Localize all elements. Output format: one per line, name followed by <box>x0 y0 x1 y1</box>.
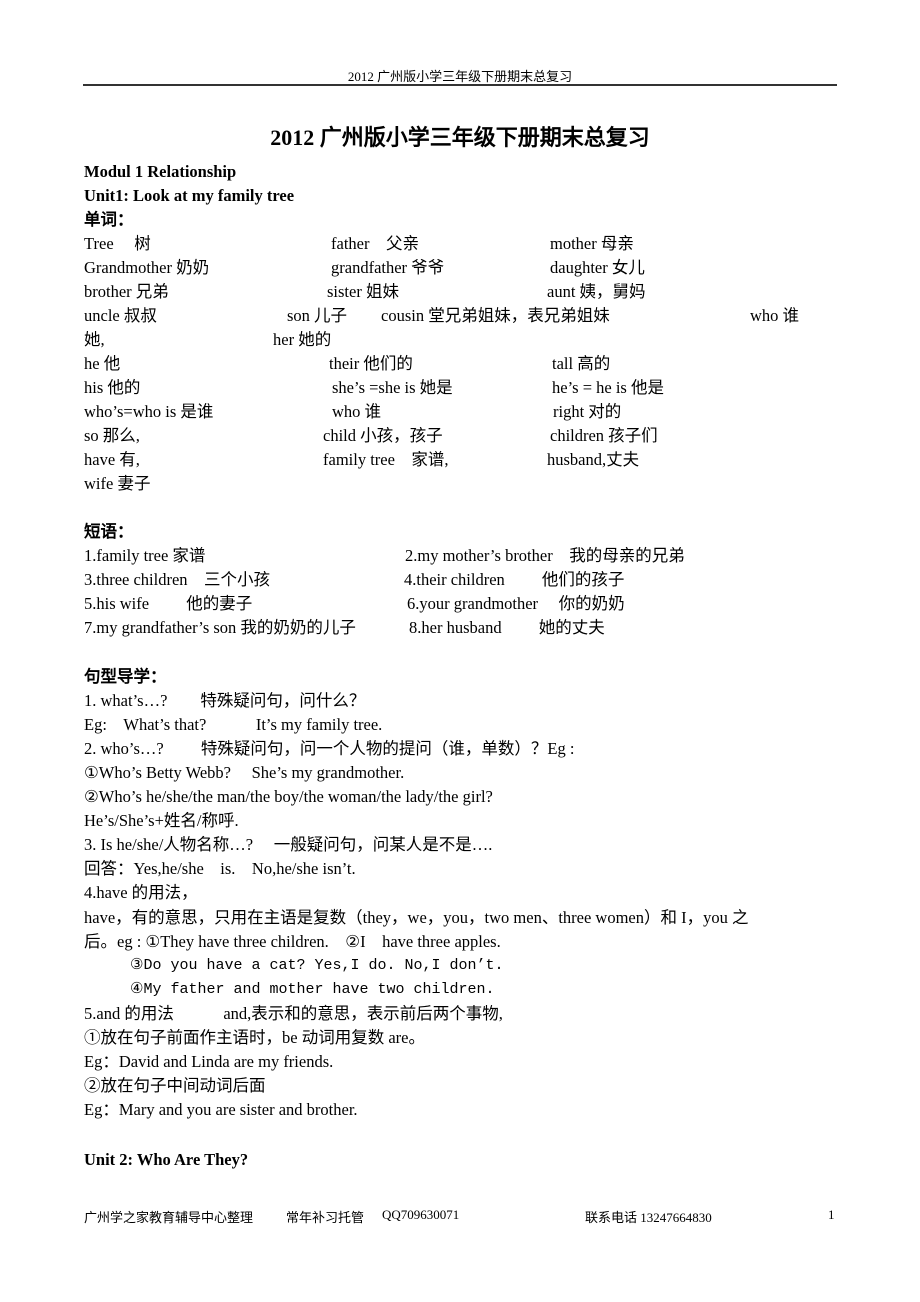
vocab-item: wife 妻子 <box>84 474 151 493</box>
vocab-item: his 他的 <box>84 378 141 397</box>
document-title: 2012 广州版小学三年级下册期末总复习 <box>270 125 650 150</box>
vocab-item: he’s = he is 他是 <box>552 378 664 397</box>
sentences-heading: 句型导学： <box>84 667 167 686</box>
vocab-item: she’s =she is 她是 <box>332 378 453 397</box>
vocab-item: tall 高的 <box>552 354 611 373</box>
vocab-item: cousin 堂兄弟姐妹，表兄弟姐妹 <box>381 306 610 325</box>
phrase-item: 1.family tree 家谱 <box>84 546 206 565</box>
vocab-item: brother 兄弟 <box>84 282 169 301</box>
sentence-line: ④My father and mother have two children. <box>130 981 495 998</box>
sentence-line: ①放在句子前面作主语时，be 动词用复数 are。 <box>84 1028 425 1047</box>
vocab-item: grandfather 爷爷 <box>331 258 445 277</box>
sentence-line: ①Who’s Betty Webb? She’s my grandmother. <box>84 763 405 782</box>
vocab-item: Tree 树 <box>84 234 151 253</box>
module-heading: Modul 1 Relationship <box>84 162 237 181</box>
phrases-heading: 短语： <box>84 522 134 541</box>
vocab-item: son 儿子 <box>287 306 348 325</box>
sentence-line: Eg: What’s that? It’s my family tree. <box>84 715 383 734</box>
vocab-item: her 她的 <box>273 330 332 349</box>
vocab-item: Grandmother 奶奶 <box>84 258 210 277</box>
header-rule <box>83 84 837 86</box>
vocab-item: so 那么, <box>84 426 140 445</box>
sentence-line: ③Do you have a cat? Yes,I do. No,I don’t… <box>130 957 504 974</box>
sentence-line: 2. who’s…? 特殊疑问句，问一个人物的提问（谁，单数）？Eg : <box>84 739 575 758</box>
phrase-item: 8.her husband 她的丈夫 <box>409 618 605 637</box>
sentence-line: ②放在句子中间动词后面 <box>84 1076 266 1095</box>
vocab-item: who 谁 <box>332 402 382 421</box>
sentence-line: 1. what’s…? 特殊疑问句，问什么？ <box>84 691 366 710</box>
sentence-line: 4.have 的用法， <box>84 883 198 902</box>
sentence-line: 3. Is he/she/人物名称…? 一般疑问句，问某人是不是…. <box>84 835 493 854</box>
sentence-line: ②Who’s he/she/the man/the boy/the woman/… <box>84 787 493 806</box>
vocab-item: their 他们的 <box>329 354 413 373</box>
sentence-line: Eg：David and Linda are my friends. <box>84 1052 334 1071</box>
vocab-item: daughter 女儿 <box>550 258 645 277</box>
sentence-line: have，有的意思，只用在主语是复数（they，we，you，two men、t… <box>84 908 749 927</box>
vocab-item: sister 姐妹 <box>327 282 399 301</box>
vocab-item: he 他 <box>84 354 121 373</box>
vocab-item: husband,丈夫 <box>547 450 640 469</box>
phrase-item: 4.their children 他们的孩子 <box>404 570 625 589</box>
vocab-item: who’s=who is 是谁 <box>84 402 214 421</box>
vocab-item: mother 母亲 <box>550 234 634 253</box>
footer-service: 常年补习托管 <box>286 1210 365 1225</box>
vocab-item: have 有, <box>84 450 140 469</box>
sentence-line: Eg：Mary and you are sister and brother. <box>84 1100 358 1119</box>
sentence-line: 后。eg : ①They have three children. ②I hav… <box>84 932 501 951</box>
vocab-heading: 单词： <box>84 210 134 229</box>
vocab-item: children 孩子们 <box>550 426 658 445</box>
vocab-item: 她, <box>84 330 105 349</box>
sentence-line: 回答：Yes,he/she is. No,he/she isn’t. <box>84 859 356 878</box>
unit2-heading: Unit 2: Who Are They? <box>84 1150 249 1169</box>
vocab-item: father 父亲 <box>331 234 419 253</box>
unit1-heading: Unit1: Look at my family tree <box>84 186 295 205</box>
sentence-line: 5.and 的用法 and,表示和的意思，表示前后两个事物, <box>84 1004 503 1023</box>
running-header: 2012 广州版小学三年级下册期末总复习 <box>347 69 573 84</box>
vocab-item: aunt 姨，舅妈 <box>547 282 646 301</box>
phrase-item: 2.my mother’s brother 我的母亲的兄弟 <box>405 546 685 565</box>
page-number: 1 <box>828 1207 835 1222</box>
vocab-item: family tree 家谱, <box>323 450 449 469</box>
vocab-item: who 谁 <box>750 306 800 325</box>
footer-org: 广州学之家教育辅导中心整理 <box>84 1210 254 1225</box>
vocab-item: child 小孩，孩子 <box>323 426 443 445</box>
phrase-item: 5.his wife 他的妻子 <box>84 594 253 613</box>
phrase-item: 6.your grandmother 你的奶奶 <box>407 594 625 613</box>
phrase-item: 7.my grandfather’s son 我的奶奶的儿子 <box>84 618 356 637</box>
vocab-item: right 对的 <box>553 402 622 421</box>
footer-qq: QQ709630071 <box>382 1207 460 1222</box>
vocab-item: uncle 叔叔 <box>84 306 157 325</box>
phrase-item: 3.three children 三个小孩 <box>84 570 271 589</box>
sentence-line: He’s/She’s+姓名/称呼. <box>84 811 239 830</box>
footer-phone: 联系电话 13247664830 <box>585 1210 712 1225</box>
